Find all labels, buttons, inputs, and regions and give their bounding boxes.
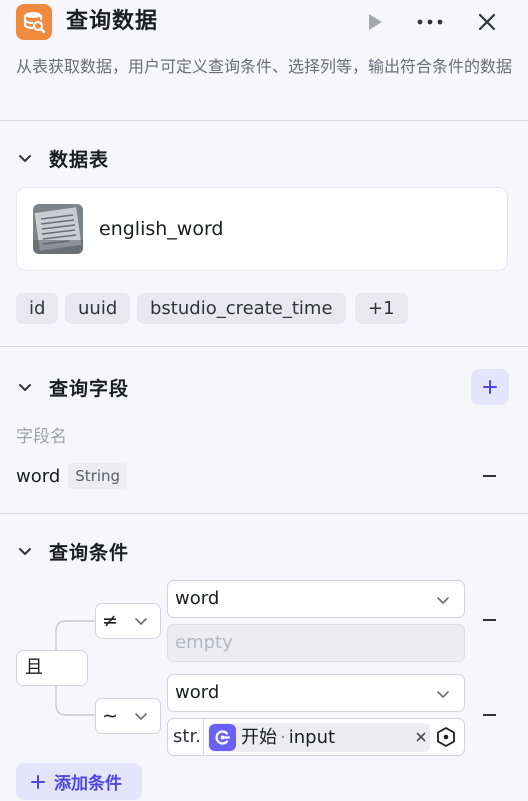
variable-picker-icon[interactable] [435, 726, 457, 748]
plus-icon [31, 774, 45, 789]
condition-value-reference[interactable]: str. 开始 · input [167, 718, 465, 756]
variable-reference-tag[interactable]: 开始 · input [208, 723, 430, 752]
chevron-down-icon [135, 618, 147, 626]
operator-symbol: ≠ [102, 610, 118, 632]
chevron-down-icon [135, 713, 147, 721]
query-data-panel: 查询数据 从表获取数据，用户可定义查询条件、选择列等，输出符合条件的数据 数据表 [0, 0, 528, 801]
start-node-icon [209, 724, 236, 751]
condition-field-select[interactable]: word [167, 674, 465, 712]
reference-node-name: 开始 [241, 727, 277, 748]
selected-field: word [175, 588, 220, 609]
remove-condition-button[interactable] [479, 705, 499, 725]
condition-value-input[interactable]: empty [167, 624, 465, 662]
divider [203, 719, 204, 755]
remove-condition-button[interactable] [479, 610, 499, 630]
add-condition-button[interactable]: 添加条件 [16, 763, 142, 800]
selected-field: word [175, 682, 220, 703]
logic-operator-select[interactable]: 且 [16, 650, 88, 686]
clear-reference-icon[interactable] [414, 730, 428, 744]
value-type-label: str. [173, 726, 201, 747]
separator-dot: · [280, 727, 286, 748]
chevron-down-icon [437, 691, 449, 699]
reference-variable-name: input [288, 727, 336, 748]
operator-symbol: ∼ [102, 705, 118, 727]
reference-label: 开始 · input [241, 723, 335, 752]
condition-operator-select[interactable]: ≠ [95, 603, 161, 639]
condition-operator-select[interactable]: ∼ [95, 698, 161, 734]
chevron-down-icon [437, 597, 449, 605]
add-condition-label: 添加条件 [54, 774, 122, 794]
condition-field-select[interactable]: word [167, 580, 465, 618]
